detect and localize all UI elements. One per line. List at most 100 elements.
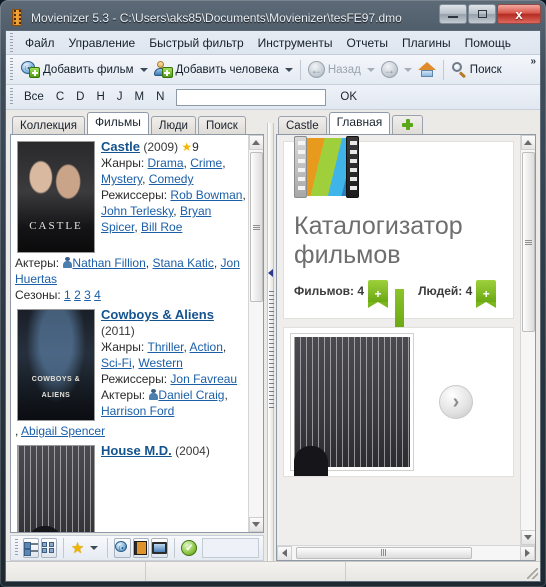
- menu-item-plugins[interactable]: Плагины: [395, 34, 458, 52]
- scroll-up-button[interactable]: [248, 135, 263, 150]
- quick-filter-ok-button[interactable]: OK: [336, 90, 361, 104]
- genre-link[interactable]: Thriller: [148, 340, 184, 354]
- menu-item-file[interactable]: Файл: [18, 34, 62, 52]
- director-link[interactable]: Bill Roe: [141, 220, 182, 234]
- back-button[interactable]: ← Назад: [305, 59, 364, 80]
- movie-list[interactable]: Castle (2009) ★9 Жанры: Drama, Crime, My…: [11, 135, 248, 532]
- chevron-right-icon[interactable]: ›: [439, 385, 473, 419]
- genre-link[interactable]: Sci-Fi: [101, 356, 132, 370]
- add-movie-tag-button[interactable]: +: [368, 280, 389, 308]
- genre-link[interactable]: Action: [190, 340, 223, 354]
- tab-search[interactable]: Поиск: [197, 116, 246, 136]
- hscroll-thumb[interactable]: [296, 546, 472, 559]
- actor-link[interactable]: Daniel Craig: [158, 388, 224, 402]
- scroll-down-button[interactable]: [248, 517, 263, 532]
- scroll-left-button[interactable]: [277, 545, 292, 560]
- tab-add-new[interactable]: [392, 115, 424, 136]
- catalog-scrollbar[interactable]: [520, 135, 535, 545]
- director-link[interactable]: John Terlesky: [101, 204, 173, 218]
- tab-collection[interactable]: Коллекция: [12, 116, 85, 136]
- add-movie-dropdown-icon[interactable]: [139, 67, 148, 72]
- add-movie-button[interactable]: Добавить фильм: [18, 59, 137, 80]
- add-person-dropdown-icon[interactable]: [284, 67, 293, 72]
- catalog-hscrollbar[interactable]: [277, 545, 535, 560]
- favorites-dropdown-icon[interactable]: [90, 546, 99, 550]
- genre-link[interactable]: Drama: [148, 156, 184, 170]
- splitter-grip[interactable]: [268, 291, 274, 412]
- menu-item-help[interactable]: Помощь: [458, 34, 518, 52]
- season-link[interactable]: 3: [84, 288, 91, 302]
- tab-castle[interactable]: Castle: [278, 116, 327, 136]
- toolbar-overflow-button[interactable]: »: [530, 56, 536, 67]
- season-link[interactable]: 1: [64, 288, 71, 302]
- view-details-button[interactable]: [23, 538, 39, 558]
- search-button[interactable]: Поиск: [448, 60, 505, 80]
- add-person-button[interactable]: Добавить человека: [151, 59, 282, 80]
- scroll-thumb[interactable]: [521, 152, 535, 332]
- genre-link[interactable]: Western: [138, 356, 182, 370]
- filter-letter-n[interactable]: N: [150, 90, 170, 104]
- actor-link[interactable]: Stana Katic: [152, 256, 213, 270]
- list-item[interactable]: Castle (2009) ★9 Жанры: Drama, Crime, My…: [15, 139, 246, 303]
- back-dropdown-icon[interactable]: [366, 67, 375, 72]
- hscroll-track[interactable]: [292, 545, 520, 560]
- tab-main[interactable]: Главная: [328, 112, 391, 134]
- resize-grip-icon[interactable]: [527, 568, 538, 579]
- movies-view-button[interactable]: [114, 538, 132, 558]
- scroll-track[interactable]: [248, 150, 263, 517]
- view-tiles-button[interactable]: [41, 538, 57, 558]
- season-link[interactable]: 4: [94, 288, 101, 302]
- filter-letter-h[interactable]: H: [90, 90, 110, 104]
- status-ok-button[interactable]: ✓: [180, 538, 198, 558]
- movie-list-scrollbar[interactable]: [248, 135, 263, 532]
- genre-link[interactable]: Comedy: [149, 172, 194, 186]
- genre-link[interactable]: Mystery: [101, 172, 142, 186]
- actor-link[interactable]: Harrison Ford: [101, 404, 174, 418]
- director-link[interactable]: Jon Favreau: [170, 372, 237, 386]
- movie-poster[interactable]: [17, 309, 95, 421]
- menu-item-tools[interactable]: Инструменты: [251, 34, 340, 52]
- quick-filter-input[interactable]: [176, 88, 327, 106]
- film-view-button[interactable]: [133, 538, 149, 558]
- list-item[interactable]: Cowboys & Aliens (2011) Жанры: Thriller,…: [15, 307, 246, 439]
- menu-item-manage[interactable]: Управление: [62, 34, 143, 52]
- minimize-button[interactable]: [439, 4, 467, 24]
- filter-letter-all[interactable]: Все: [18, 90, 50, 104]
- poster-frame[interactable]: [290, 333, 414, 471]
- season-link[interactable]: 2: [74, 288, 81, 302]
- filter-letter-d[interactable]: D: [70, 90, 90, 104]
- forward-button[interactable]: →: [378, 59, 401, 80]
- add-person-tag-button[interactable]: +: [476, 280, 497, 308]
- actor-link[interactable]: Nathan Fillion: [72, 256, 145, 270]
- monitor-view-button[interactable]: [150, 538, 168, 558]
- scroll-thumb[interactable]: [249, 152, 263, 302]
- tab-movies[interactable]: Фильмы: [86, 112, 149, 134]
- filter-letter-c[interactable]: C: [50, 90, 70, 104]
- movie-poster[interactable]: [17, 445, 95, 532]
- menu-item-quick-filter[interactable]: Быстрый фильтр: [142, 34, 250, 52]
- movie-title-link[interactable]: House M.D.: [101, 443, 172, 458]
- featured-poster-image[interactable]: [294, 337, 410, 467]
- forward-dropdown-icon[interactable]: [403, 67, 412, 72]
- collapse-pane-icon[interactable]: [268, 269, 273, 278]
- movie-title-link[interactable]: Cowboys & Aliens: [101, 307, 214, 322]
- close-button[interactable]: x: [497, 4, 541, 24]
- genre-link[interactable]: Crime: [190, 156, 222, 170]
- movie-poster[interactable]: [17, 141, 95, 253]
- movie-title-link[interactable]: Castle: [101, 139, 140, 154]
- scroll-up-button[interactable]: [520, 135, 535, 150]
- menu-item-reports[interactable]: Отчеты: [339, 34, 394, 52]
- filter-letter-j[interactable]: J: [111, 90, 129, 104]
- scroll-track[interactable]: [520, 150, 535, 530]
- actor-link[interactable]: Abigail Spencer: [21, 424, 105, 438]
- scroll-down-button[interactable]: [520, 530, 535, 545]
- tab-people[interactable]: Люди: [150, 116, 196, 136]
- list-item[interactable]: House M.D. (2004): [15, 443, 246, 532]
- scroll-right-button[interactable]: [520, 545, 535, 560]
- filter-letter-m[interactable]: M: [129, 90, 151, 104]
- favorites-button[interactable]: ★: [70, 538, 86, 558]
- pane-splitter[interactable]: [264, 110, 276, 566]
- home-button[interactable]: [415, 60, 439, 80]
- maximize-button[interactable]: [468, 4, 496, 24]
- director-link[interactable]: Rob Bowman: [170, 188, 242, 202]
